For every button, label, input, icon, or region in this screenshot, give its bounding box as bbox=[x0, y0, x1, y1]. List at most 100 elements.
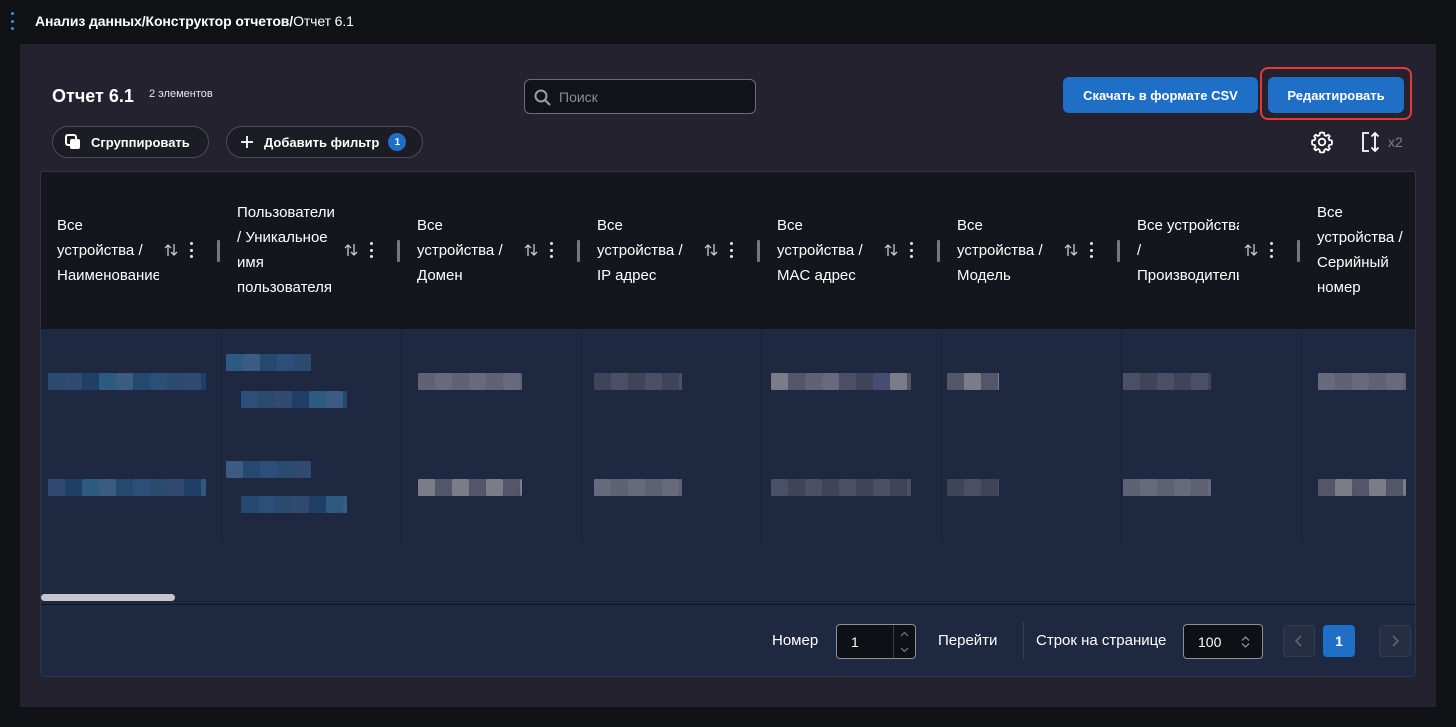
page-number-input[interactable] bbox=[851, 634, 891, 650]
redacted-cell-content bbox=[167, 373, 184, 390]
column-menu-icon[interactable] bbox=[909, 242, 913, 258]
search-input[interactable] bbox=[559, 87, 747, 107]
sort-icon[interactable] bbox=[523, 242, 539, 258]
column-menu-icon[interactable] bbox=[729, 242, 733, 258]
spin-down-icon[interactable] bbox=[900, 645, 909, 654]
redacted-cell-content bbox=[469, 373, 486, 390]
column-resize-handle[interactable] bbox=[1117, 240, 1120, 262]
column-header-label: Все устройства / Домен bbox=[417, 213, 519, 288]
column-header-line: устройства / bbox=[777, 242, 863, 259]
sort-icon[interactable] bbox=[703, 242, 719, 258]
breadcrumb-report-builder[interactable]: Конструктор отчетов/ bbox=[146, 13, 294, 29]
column-menu-icon[interactable] bbox=[369, 242, 373, 258]
redacted-cell-content bbox=[1403, 373, 1406, 390]
column-menu-icon[interactable] bbox=[1089, 242, 1093, 258]
sort-icon[interactable] bbox=[343, 242, 359, 258]
column-header-line: Все bbox=[1317, 204, 1343, 221]
horizontal-scrollbar[interactable] bbox=[41, 594, 175, 601]
column-resize-handle[interactable] bbox=[937, 240, 940, 262]
redacted-cell-content bbox=[947, 479, 964, 496]
redacted-cell-content bbox=[1191, 479, 1208, 496]
sort-icon[interactable] bbox=[1063, 242, 1079, 258]
column-resize-handle[interactable] bbox=[217, 240, 220, 262]
column-resize-handle[interactable] bbox=[397, 240, 400, 262]
column-header[interactable]: Все устройства / Производитель bbox=[1121, 172, 1301, 329]
next-page-button[interactable] bbox=[1379, 625, 1411, 657]
redacted-cell-content bbox=[1335, 373, 1352, 390]
redacted-cell-content bbox=[1123, 373, 1140, 390]
redacted-cell-content bbox=[1191, 373, 1208, 390]
redacted-cell-content bbox=[343, 496, 347, 513]
breadcrumb-data-analysis[interactable]: Анализ данных/ bbox=[35, 13, 146, 29]
prev-page-button[interactable] bbox=[1283, 625, 1315, 657]
redacted-cell-content bbox=[981, 479, 998, 496]
column-resize-handle[interactable] bbox=[577, 240, 580, 262]
rows-per-page-select[interactable] bbox=[1183, 624, 1263, 659]
report-table: Все устройства / Наименование Пользователи /… bbox=[40, 171, 1416, 677]
chevron-right-icon bbox=[1392, 635, 1400, 647]
search-box[interactable] bbox=[524, 79, 756, 114]
column-header[interactable]: Все устройства / IP адрес bbox=[581, 172, 761, 329]
go-to-page-button[interactable]: Перейти bbox=[938, 632, 997, 649]
column-divider bbox=[221, 329, 222, 543]
column-header-line: Производитель bbox=[1137, 267, 1239, 284]
redacted-cell-content bbox=[226, 461, 243, 478]
column-menu-icon[interactable] bbox=[549, 242, 553, 258]
redacted-cell-content bbox=[452, 479, 469, 496]
sort-icon[interactable] bbox=[1243, 242, 1259, 258]
column-header[interactable]: Все устройства / Домен bbox=[401, 172, 581, 329]
table-row[interactable] bbox=[41, 436, 1415, 542]
column-header[interactable]: Все устройства / Серийный номер bbox=[1301, 172, 1415, 329]
redacted-cell-content bbox=[167, 479, 184, 496]
edit-button[interactable]: Редактировать bbox=[1268, 77, 1404, 113]
table-row[interactable] bbox=[41, 329, 1415, 435]
column-header[interactable]: Все устройства / MAC адрес bbox=[761, 172, 941, 329]
column-header-line: Пользователи bbox=[237, 204, 335, 221]
redacted-cell-content bbox=[890, 479, 907, 496]
column-header-line: / bbox=[1137, 242, 1142, 259]
group-button[interactable]: Сгруппировать bbox=[52, 126, 209, 158]
redacted-cell-content bbox=[645, 479, 662, 496]
redacted-cell-content bbox=[260, 461, 277, 478]
redacted-cell-content bbox=[1403, 479, 1406, 496]
redacted-cell-content bbox=[1140, 479, 1157, 496]
column-menu-icon[interactable] bbox=[1269, 242, 1273, 258]
page-number-stepper[interactable] bbox=[836, 624, 916, 659]
redacted-cell-content bbox=[805, 373, 822, 390]
column-resize-handle[interactable] bbox=[757, 240, 760, 262]
group-label: Сгруппировать bbox=[91, 134, 190, 150]
page-button-current[interactable]: 1 bbox=[1323, 625, 1355, 657]
rows-per-page-value[interactable] bbox=[1198, 634, 1238, 650]
redacted-cell-content bbox=[133, 373, 150, 390]
redacted-cell-content bbox=[309, 391, 326, 408]
add-filter-button[interactable]: Добавить фильтр 1 bbox=[226, 126, 423, 158]
redacted-cell-content bbox=[1208, 373, 1211, 390]
spin-up-icon[interactable] bbox=[900, 630, 909, 639]
redacted-cell-content bbox=[275, 391, 292, 408]
column-header[interactable]: Все устройства / Наименование bbox=[41, 172, 221, 329]
page-spinner bbox=[893, 625, 915, 658]
redacted-cell-content bbox=[947, 373, 964, 390]
column-header-label: Все устройства / Наименование bbox=[57, 213, 159, 288]
redacted-cell-content bbox=[611, 479, 628, 496]
redacted-cell-content bbox=[48, 479, 65, 496]
redacted-cell-content bbox=[1335, 479, 1352, 496]
settings-gear-icon[interactable] bbox=[1310, 130, 1334, 159]
redacted-cell-content bbox=[679, 373, 682, 390]
footer-divider bbox=[1023, 622, 1024, 659]
sort-icon[interactable] bbox=[163, 242, 179, 258]
column-header[interactable]: Пользователи / Уникальное имя пользователя bbox=[221, 172, 401, 329]
redacted-cell-content bbox=[1174, 373, 1191, 390]
download-csv-button[interactable]: Скачать в формате CSV bbox=[1063, 77, 1258, 113]
redacted-cell-content bbox=[435, 479, 452, 496]
column-header[interactable]: Все устройства / Модель bbox=[941, 172, 1121, 329]
column-resize-handle[interactable] bbox=[1297, 240, 1300, 262]
redacted-cell-content bbox=[226, 354, 243, 371]
row-density-toggle[interactable]: x2 bbox=[1360, 130, 1403, 154]
item-count: 2 элементов bbox=[149, 88, 213, 100]
table-header: Все устройства / Наименование Пользователи /… bbox=[41, 172, 1415, 329]
column-menu-icon[interactable] bbox=[189, 242, 193, 258]
sort-icon[interactable] bbox=[883, 242, 899, 258]
redacted-cell-content bbox=[258, 391, 275, 408]
app-menu-icon[interactable] bbox=[9, 12, 15, 30]
